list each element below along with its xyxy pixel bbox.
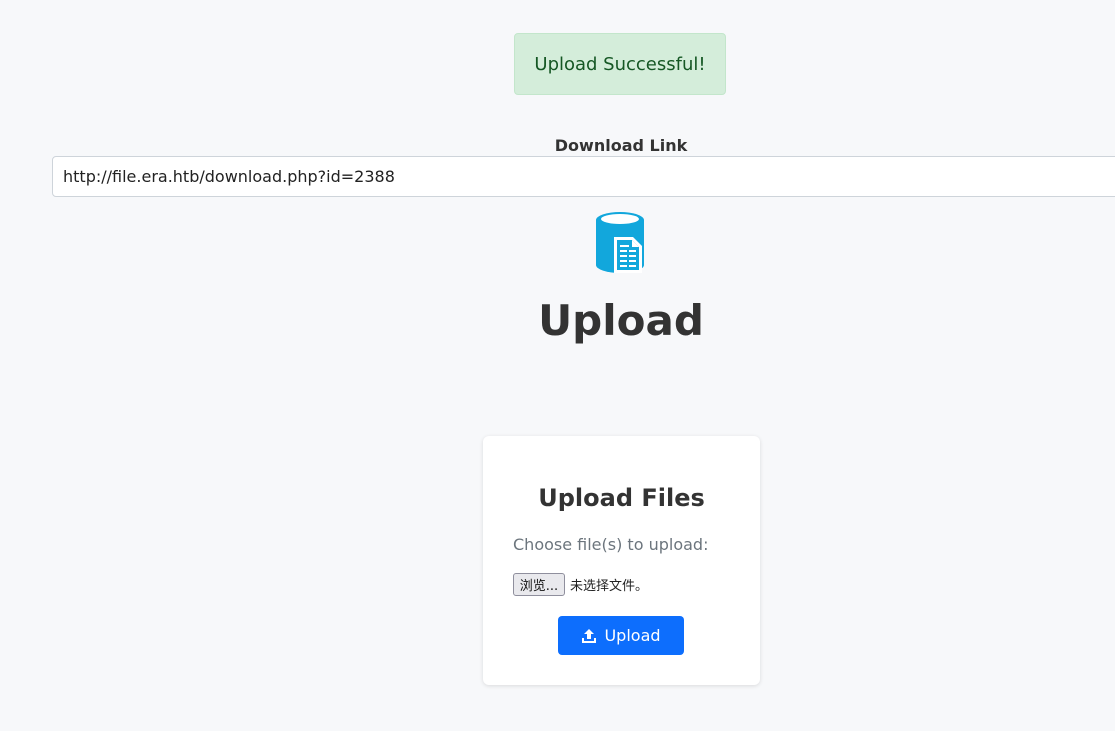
- browse-button[interactable]: 浏览...: [513, 573, 565, 596]
- page-title: Upload: [538, 296, 704, 345]
- file-input: 浏览... 未选择文件。: [513, 573, 648, 596]
- alert-text: Upload Successful!: [534, 53, 706, 75]
- choose-files-label: Choose file(s) to upload:: [513, 535, 709, 554]
- upload-button[interactable]: Upload: [558, 616, 684, 655]
- upload-icon: [581, 628, 597, 644]
- download-link-label: Download Link: [554, 136, 688, 155]
- upload-button-label: Upload: [604, 626, 661, 645]
- success-alert: Upload Successful!: [514, 33, 726, 95]
- card-title: Upload Files: [538, 484, 705, 512]
- upload-card: Upload Files Choose file(s) to upload: 浏…: [483, 436, 760, 685]
- no-file-selected-text: 未选择文件。: [570, 579, 649, 594]
- download-link-field[interactable]: [52, 156, 1115, 197]
- database-document-icon: [593, 210, 649, 276]
- page: Upload Successful! Download Link Upload …: [0, 0, 1115, 731]
